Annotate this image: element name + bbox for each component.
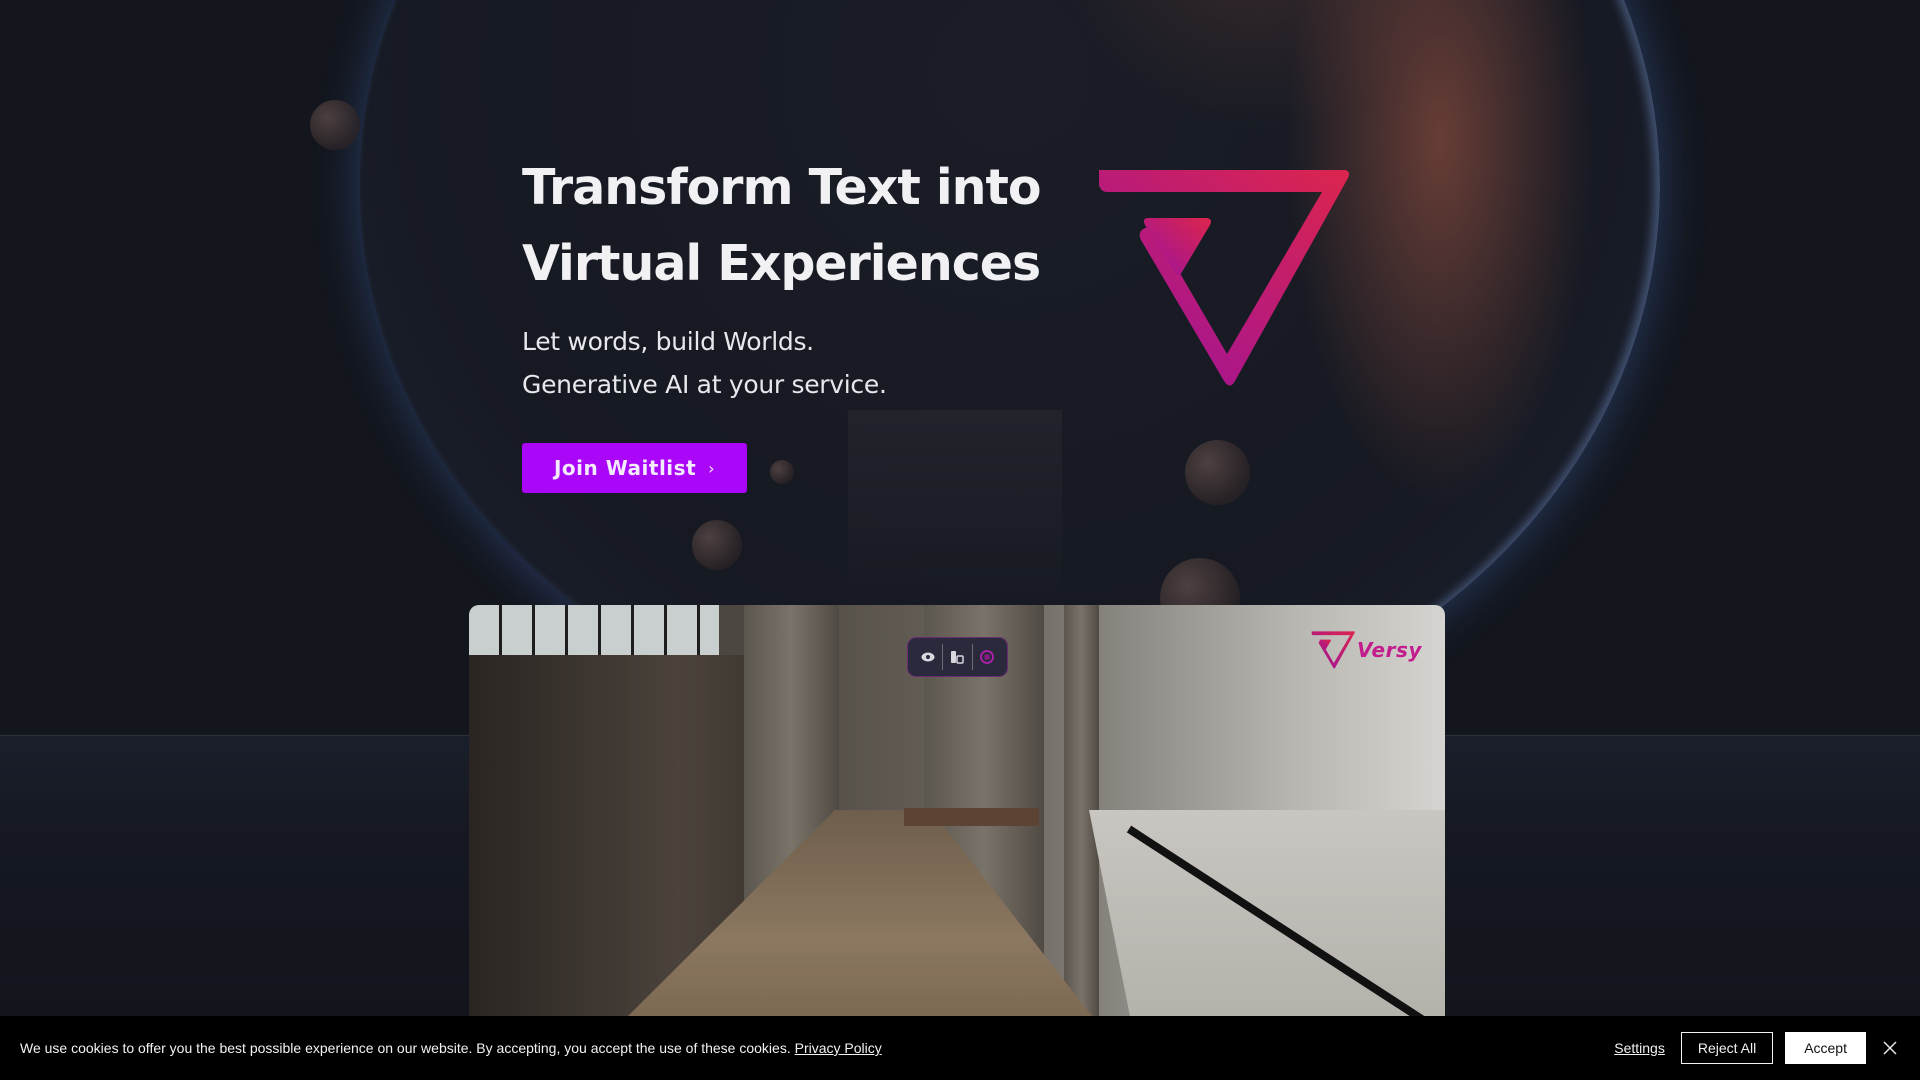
cookie-message-container: We use cookies to offer you the best pos… — [20, 1040, 1614, 1056]
cookie-banner: We use cookies to offer you the best pos… — [0, 1016, 1920, 1080]
hero-title-line2: Virtual Experiences — [522, 235, 1041, 292]
hero-subtitle-line2: Generative AI at your service. — [522, 370, 887, 399]
hero-title-line1: Transform Text into — [522, 159, 1042, 216]
hero-section: Transform Text into Virtual Experiences … — [522, 150, 1042, 406]
eye-icon — [921, 652, 935, 662]
close-icon — [1883, 1041, 1897, 1055]
close-cookie-banner-button[interactable] — [1880, 1038, 1900, 1058]
cookie-message: We use cookies to offer you the best pos… — [20, 1040, 791, 1056]
edit-document-icon — [951, 651, 965, 664]
moon — [310, 100, 360, 150]
toolbar-divider — [942, 644, 944, 670]
reject-all-button[interactable]: Reject All — [1680, 1032, 1774, 1064]
versy-watermark: Versy — [1311, 630, 1422, 670]
scene-windows — [469, 605, 719, 655]
toolbar-divider — [971, 644, 973, 670]
moon — [692, 520, 742, 570]
chevron-right-icon: › — [708, 458, 716, 478]
hero-subtitle-line1: Let words, build Worlds. — [522, 327, 814, 356]
tower-silhouette — [848, 410, 1062, 610]
hero-title: Transform Text into Virtual Experiences — [522, 150, 1042, 302]
accept-button[interactable]: Accept — [1785, 1032, 1866, 1064]
moon — [770, 460, 794, 484]
toolbar-view-button[interactable] — [915, 644, 941, 670]
moon — [1185, 440, 1250, 505]
preview-toolbar — [907, 637, 1008, 677]
scene-stage — [904, 808, 1039, 826]
cookie-settings-link[interactable]: Settings — [1614, 1040, 1665, 1056]
toolbar-record-button[interactable] — [974, 644, 1000, 670]
versy-logo-icon — [1099, 170, 1349, 386]
toolbar-edit-button[interactable] — [944, 644, 970, 670]
join-waitlist-label: Join Waitlist — [553, 456, 697, 480]
hero-subtitle: Let words, build Worlds. Generative AI a… — [522, 320, 1041, 406]
join-waitlist-button[interactable]: Join Waitlist › — [522, 443, 747, 493]
privacy-policy-link[interactable]: Privacy Policy — [795, 1040, 882, 1056]
record-icon — [980, 650, 995, 664]
versy-watermark-text: Versy — [1357, 638, 1422, 662]
versy-watermark-logo-icon — [1311, 631, 1355, 669]
